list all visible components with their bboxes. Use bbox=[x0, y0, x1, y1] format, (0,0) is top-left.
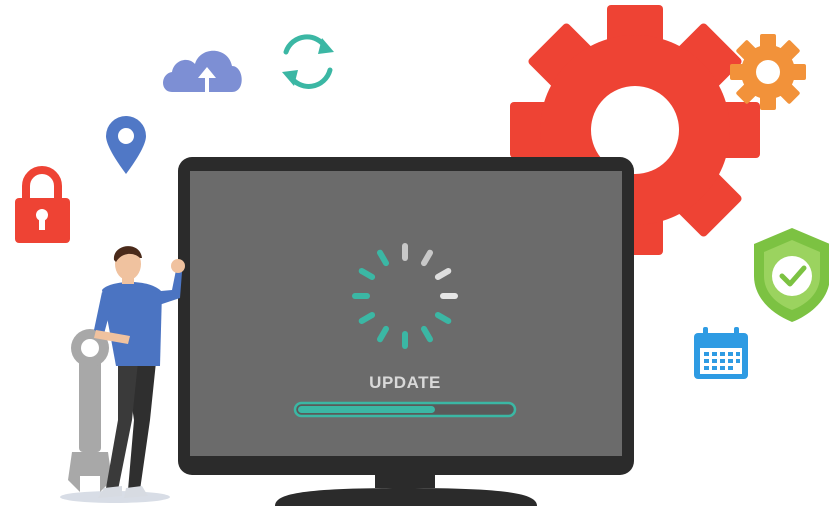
calendar-icon bbox=[694, 327, 748, 379]
wrench-icon bbox=[68, 329, 112, 492]
progress-bar-fill bbox=[298, 406, 435, 413]
update-status-label: UPDATE bbox=[369, 373, 441, 392]
security-shield-icon bbox=[754, 228, 829, 322]
update-illustration bbox=[15, 5, 829, 506]
progress-bar bbox=[293, 401, 517, 418]
padlock-icon bbox=[15, 166, 70, 243]
monitor-stand bbox=[275, 488, 537, 506]
small-gear-icon bbox=[730, 34, 806, 110]
cloud-upload-icon bbox=[163, 50, 242, 92]
location-pin-icon bbox=[106, 116, 146, 174]
